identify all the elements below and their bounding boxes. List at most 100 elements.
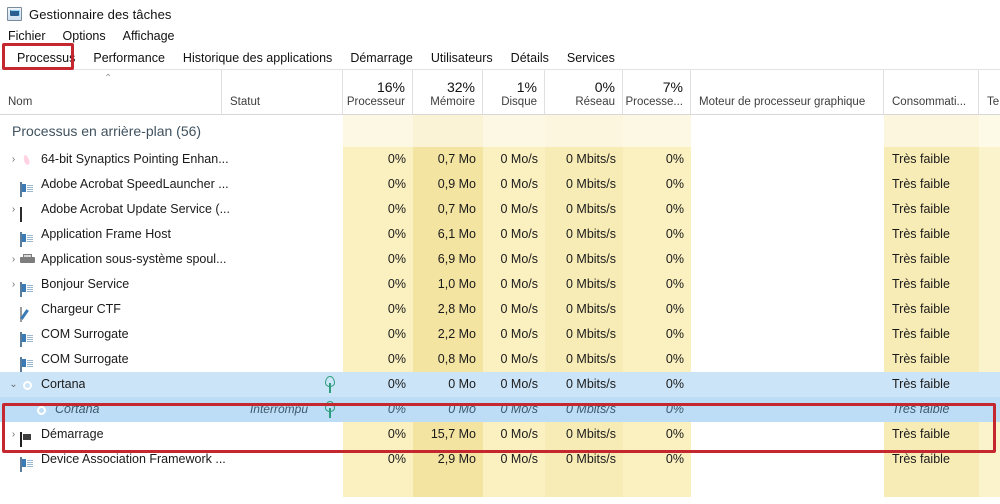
app-generic-icon-glyph	[20, 231, 22, 247]
process-disk-cell: 0 Mo/s	[500, 177, 538, 191]
pen-icon-glyph	[20, 306, 22, 322]
process-table-body[interactable]: Processus en arrière-plan (56) › 64-bit S…	[0, 115, 1000, 497]
column-header-consommation[interactable]: Consommati...	[884, 70, 979, 114]
process-power-usage-cell: Très faible	[892, 177, 950, 191]
square-icon	[20, 202, 36, 222]
table-row[interactable]: › Application Frame Host 0% 6,1 Mo 0 Mo/s 0 M…	[0, 222, 1000, 247]
table-row[interactable]: ⌄ Cortana 0% 0 Mo 0 Mo/s 0 Mbits/s 0% Très faib…	[0, 372, 1000, 397]
tab-services[interactable]: Services	[558, 49, 624, 69]
column-header-processeur[interactable]: 16% Processeur	[343, 70, 413, 114]
process-name-label: COM Surrogate	[41, 352, 129, 366]
column-header-row: ⌃ Nom Statut 16% Processeur 32% Mémoire …	[0, 70, 1000, 115]
tab-historique-des-applications[interactable]: Historique des applications	[174, 49, 341, 69]
process-network-cell: 0 Mbits/s	[565, 377, 616, 391]
table-row[interactable]: › Adobe Acrobat SpeedLauncher ... 0% 0,9 Mo…	[0, 172, 1000, 197]
process-disk-cell: 0 Mo/s	[500, 302, 538, 316]
table-row[interactable]: › Chargeur CTF 0% 2,8 Mo 0 Mo/s 0 Mbits/s 0% Tr…	[0, 297, 1000, 322]
process-name-label: Device Association Framework ...	[41, 452, 226, 466]
process-cpu-cell: 0%	[387, 152, 406, 166]
tab-utilisateurs[interactable]: Utilisateurs	[422, 49, 502, 69]
process-name-label: Application sous-système spoul...	[41, 252, 227, 266]
column-header-reseau[interactable]: 0% Réseau	[545, 70, 623, 114]
table-row[interactable]: › Application sous-système spoul... 0% 6,9 …	[0, 247, 1000, 272]
column-header-processeur-graphique[interactable]: 7% Processe...	[623, 70, 691, 114]
process-memory-cell: 1,0 Mo	[437, 277, 476, 291]
process-status-cell: Interrompu	[249, 402, 308, 416]
app-generic-icon	[20, 177, 36, 197]
chevron-right-icon[interactable]: ›	[7, 247, 20, 272]
process-network-cell: 0 Mbits/s	[565, 252, 616, 266]
menu-item-affichage[interactable]: Affichage	[123, 28, 184, 44]
process-name-label: Application Frame Host	[41, 227, 171, 241]
column-header-statut[interactable]: Statut	[222, 70, 343, 114]
process-name-label: Adobe Acrobat Update Service (...	[41, 202, 230, 216]
process-name-cell[interactable]: › 64-bit Synaptics Pointing Enhan...	[0, 147, 343, 172]
process-power-usage-cell: Très faible	[892, 302, 950, 316]
process-name-cell[interactable]: › Chargeur CTF	[0, 297, 343, 322]
process-network-cell: 0 Mbits/s	[565, 202, 616, 216]
app-generic-icon	[20, 327, 36, 347]
process-power-usage-cell: Très faible	[892, 252, 950, 266]
process-network-cell: 0 Mbits/s	[565, 452, 616, 466]
chevron-right-icon: ›	[7, 347, 20, 372]
process-power-usage-cell: Très faible	[892, 152, 950, 166]
process-name-cell[interactable]: › COM Surrogate	[0, 347, 343, 372]
menu-item-fichier[interactable]: Fichier	[8, 28, 55, 44]
process-memory-cell: 15,7 Mo	[430, 427, 476, 441]
process-memory-cell: 6,9 Mo	[437, 252, 476, 266]
process-memory-cell: 0 Mo	[448, 377, 476, 391]
chevron-right-icon[interactable]: ›	[7, 272, 20, 297]
chevron-right-icon[interactable]: ›	[7, 147, 20, 172]
process-cpu-cell: 0%	[387, 352, 406, 366]
process-name-cell[interactable]: › Bonjour Service	[0, 272, 343, 297]
column-header-memoire[interactable]: 32% Mémoire	[413, 70, 483, 114]
process-memory-cell: 2,2 Mo	[437, 327, 476, 341]
app-generic-icon-glyph	[20, 356, 22, 372]
process-name-label: Cortana	[41, 377, 86, 391]
process-name-cell[interactable]: › Adobe Acrobat Update Service (...	[0, 197, 343, 222]
table-row[interactable]: › Device Association Framework ... 0% 2,9 M…	[0, 447, 1000, 472]
group-row-background-processes[interactable]: Processus en arrière-plan (56)	[0, 115, 1000, 147]
chevron-down-icon[interactable]: ⌄	[7, 372, 20, 397]
process-name-cell[interactable]: › COM Surrogate	[0, 322, 343, 347]
process-gpu-cell: 0%	[665, 427, 684, 441]
process-power-usage-cell: Très faible	[892, 452, 950, 466]
column-header-tendance[interactable]: Te	[979, 70, 1000, 114]
process-gpu-cell: 0%	[665, 452, 684, 466]
tab-demarrage[interactable]: Démarrage	[341, 49, 422, 69]
table-row[interactable]: › COM Surrogate 0% 2,2 Mo 0 Mo/s 0 Mbits/s 0% T…	[0, 322, 1000, 347]
column-header-nom[interactable]: Nom	[0, 70, 222, 114]
column-header-moteur-processeur-graphique[interactable]: Moteur de processeur graphique	[691, 70, 884, 114]
menu-item-options[interactable]: Options	[63, 28, 115, 44]
table-row[interactable]: › COM Surrogate 0% 0,8 Mo 0 Mo/s 0 Mbits/s 0% T…	[0, 347, 1000, 372]
table-row[interactable]: › Bonjour Service 0% 1,0 Mo 0 Mo/s 0 Mbits/s 0…	[0, 272, 1000, 297]
chevron-right-icon: ›	[7, 447, 20, 472]
process-network-cell: 0 Mbits/s	[565, 427, 616, 441]
process-name-cell[interactable]: ⌄ Cortana	[0, 372, 343, 397]
process-name-cell[interactable]: › Démarrage	[0, 422, 343, 447]
process-name-cell[interactable]: › Adobe Acrobat SpeedLauncher ...	[0, 172, 343, 197]
process-memory-cell: 0 Mo	[448, 402, 476, 416]
process-name-cell[interactable]: › Application sous-système spoul...	[0, 247, 343, 272]
table-row[interactable]: › Adobe Acrobat Update Service (... 0% 0,7 …	[0, 197, 1000, 222]
process-cpu-cell: 0%	[387, 427, 406, 441]
chevron-right-icon[interactable]: ›	[7, 197, 20, 222]
process-gpu-cell: 0%	[665, 177, 684, 191]
app-generic-icon-glyph	[20, 331, 22, 347]
process-disk-cell: 0 Mo/s	[500, 377, 538, 391]
process-cpu-cell: 0%	[387, 327, 406, 341]
table-row[interactable]: › 64-bit Synaptics Pointing Enhan... 0% 0,7…	[0, 147, 1000, 172]
tab-processus[interactable]: Processus	[8, 49, 84, 69]
tab-details[interactable]: Détails	[502, 49, 558, 69]
table-row[interactable]: › Démarrage 0% 15,7 Mo 0 Mo/s 0 Mbits/s 0% Très…	[0, 422, 1000, 447]
tab-performance[interactable]: Performance	[84, 49, 174, 69]
chevron-right-icon[interactable]: ›	[7, 422, 20, 447]
process-name-cell[interactable]: › Application Frame Host	[0, 222, 343, 247]
process-gpu-cell: 0%	[665, 152, 684, 166]
process-disk-cell: 0 Mo/s	[500, 402, 538, 416]
table-row[interactable]: › Cortana Interrompu 0% 0 Mo 0 Mo/s 0 Mbits/s 0…	[0, 397, 1000, 422]
column-header-disque[interactable]: 1% Disque	[483, 70, 545, 114]
chevron-right-icon: ›	[7, 172, 20, 197]
cortana-icon	[34, 402, 50, 418]
process-name-cell[interactable]: › Device Association Framework ...	[0, 447, 343, 472]
